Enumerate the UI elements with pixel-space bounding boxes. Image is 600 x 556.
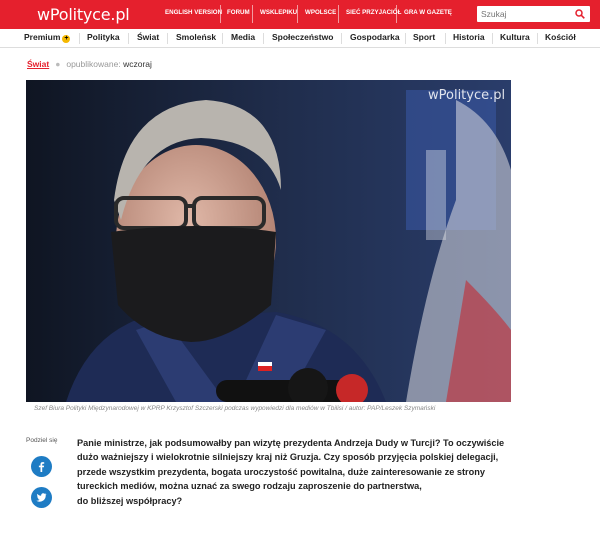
nav-item-swiat[interactable]: Świat [137,32,159,42]
search-icon[interactable] [575,9,585,19]
divider [263,33,264,44]
separator-dot: ● [55,59,61,69]
divider [445,33,446,44]
nav-item-sport[interactable]: Sport [413,32,435,42]
nav-item-smolensk[interactable]: Smoleńsk [176,32,216,42]
search-box[interactable] [477,6,590,22]
divider [167,33,168,44]
article-photo: wPolityce.pl [26,80,511,402]
divider [537,33,538,44]
nav-item-polityka[interactable]: Polityka [87,32,120,42]
nav-item-spoleczenstwo[interactable]: Społeczeństwo [272,32,333,42]
divider [405,33,406,44]
category-link[interactable]: Świat [27,59,49,69]
photo-illustration: wPolityce.pl [26,80,511,402]
top-link-english[interactable]: ENGLISH VERSION [165,9,222,16]
facebook-icon [38,462,45,472]
main-nav: Premium + Polityka Świat Smoleńsk Media S… [0,29,600,48]
photo-watermark: wPolityce.pl [428,88,505,103]
twitter-icon [36,493,47,502]
nav-item-media[interactable]: Media [231,32,255,42]
published-value: wczoraj [123,59,152,69]
divider [492,33,493,44]
divider [79,33,80,44]
divider [297,5,298,23]
article-lead: Panie ministrze, jak podsumowałby pan wi… [77,436,517,508]
top-link-siec[interactable]: SIEĆ PRZYJACIÓŁ [346,9,401,16]
nav-item-historia[interactable]: Historia [453,32,485,42]
nav-item-kultura[interactable]: Kultura [500,32,530,42]
divider [128,33,129,44]
search-input[interactable] [481,8,571,20]
lead-line: do bliższej współpracy? [77,495,183,506]
divider [220,5,221,23]
share-label: Podziel się [26,437,58,444]
top-link-gra[interactable]: GRA W GAZETĘ [404,9,452,16]
published-label: opublikowane: [66,59,121,69]
divider [222,33,223,44]
photo-caption: Szef Biura Polityki Międzynarodowej w KP… [34,405,436,412]
premium-plus-icon: + [62,35,71,43]
breadcrumb: Świat ● opublikowane: wczoraj [27,59,152,69]
nav-item-gospodarka[interactable]: Gospodarka [350,32,400,42]
twitter-share-button[interactable] [31,487,52,508]
lead-line: dużo ważniejszy i wielokrotnie silniejsz… [77,452,499,463]
divider [396,5,397,23]
lead-line: tureckich mediów, można uznać za swego r… [77,481,422,492]
top-bar: wPolityce.pl ENGLISH VERSION FORUM WSKLE… [0,0,600,29]
divider [252,5,253,23]
nav-premium[interactable]: Premium + [24,32,71,43]
divider [338,5,339,23]
nav-item-kosciol[interactable]: Kościół [545,32,576,42]
lead-line: Panie ministrze, jak podsumowałby pan wi… [77,438,505,448]
lead-line: przede wszystkim prezydenta, bogata uroc… [77,466,485,477]
top-link-forum[interactable]: FORUM [227,9,250,16]
divider [341,33,342,44]
facebook-share-button[interactable] [31,456,52,477]
top-link-wsklepiku[interactable]: WSKLEPIKU [260,9,297,16]
top-link-wpolsce[interactable]: WPOLSCE [305,9,336,16]
nav-premium-label: Premium [24,32,61,42]
